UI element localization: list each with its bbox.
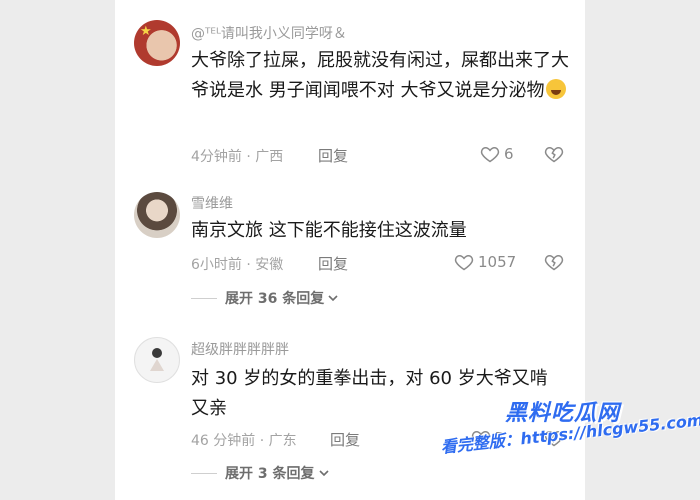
chevron-down-icon: [328, 295, 338, 302]
comment-text: 大爷除了拉屎，屁股就没有闲过，屎都出来了大爷说是水 男子闻闻喂不对 大爷又说是分…: [191, 46, 576, 106]
reply-button[interactable]: 回复: [330, 429, 360, 450]
expand-replies-button[interactable]: 展开 36 条回复: [191, 288, 339, 308]
broken-heart-icon: [544, 254, 564, 271]
dislike-button[interactable]: [543, 252, 565, 276]
like-button[interactable]: 6: [480, 144, 514, 164]
expand-replies-button[interactable]: 展开 3 条回复: [191, 463, 330, 483]
comment-username[interactable]: @ᵀᴱᴸ请叫我小义同学呀＆: [191, 23, 347, 43]
reply-button[interactable]: 回复: [318, 253, 348, 274]
like-count: 6: [504, 145, 514, 163]
like-count: 1057: [478, 253, 517, 271]
heart-outline-icon: [454, 254, 474, 271]
avatar[interactable]: [134, 192, 180, 238]
divider-line: [191, 297, 217, 299]
like-button[interactable]: 1057: [454, 252, 516, 272]
comment-username[interactable]: 雪维维: [191, 193, 233, 213]
avatar[interactable]: [134, 337, 180, 383]
comment-text: 南京文旅 这下能不能接住这波流量: [191, 220, 467, 241]
divider-line: [191, 472, 217, 474]
dislike-button[interactable]: [543, 144, 565, 168]
comment-text-body: 大爷除了拉屎，屁股就没有闲过，屎都出来了大爷说是水 男子闻闻喂不对 大爷又说是分…: [191, 50, 569, 101]
expand-replies-label: 展开 36 条回复: [225, 291, 325, 307]
laughing-crying-emoji-icon: [546, 79, 567, 99]
comment-time-location: 46 分钟前 · 广东: [191, 433, 297, 449]
comment-time-location: 4分钟前 · 广西: [191, 149, 284, 165]
comment-username[interactable]: 超级胖胖胖胖胖: [191, 339, 289, 359]
comment-time-location: 6小时前 · 安徽: [191, 257, 284, 273]
chevron-down-icon: [318, 470, 329, 477]
avatar[interactable]: ★: [134, 20, 180, 66]
cartoon-figure-icon: [150, 348, 164, 371]
broken-heart-icon: [544, 146, 564, 163]
reply-button[interactable]: 回复: [318, 145, 348, 166]
expand-replies-label: 展开 3 条回复: [225, 466, 315, 482]
star-icon: ★: [140, 24, 152, 39]
heart-outline-icon: [480, 146, 500, 163]
